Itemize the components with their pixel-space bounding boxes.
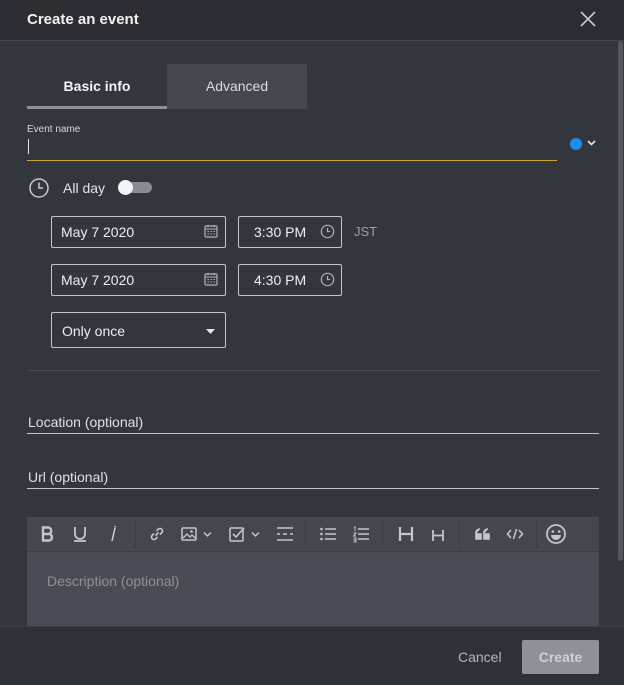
checklist-icon[interactable] — [228, 517, 262, 551]
event-name-input[interactable] — [27, 135, 557, 161]
location-placeholder: Location (optional) — [28, 414, 144, 430]
description-placeholder: Description (optional) — [47, 573, 180, 589]
end-time-field[interactable]: 4:30 PM — [238, 264, 342, 296]
clock-icon — [320, 272, 335, 292]
location-input[interactable]: Location (optional) — [27, 411, 599, 434]
text-caret — [28, 139, 29, 154]
calendar-icon — [204, 272, 218, 291]
cancel-button[interactable]: Cancel — [458, 649, 502, 665]
url-input[interactable]: Url (optional) — [27, 466, 599, 489]
scrollbar[interactable] — [618, 41, 623, 561]
underline-icon[interactable] — [72, 517, 88, 551]
color-swatch — [570, 138, 582, 150]
dialog-footer: Cancel Create — [0, 626, 624, 685]
quote-icon[interactable] — [474, 517, 492, 551]
code-icon[interactable] — [506, 517, 524, 551]
toolbar-divider — [305, 521, 306, 547]
clock-icon — [320, 224, 335, 244]
dialog-header: Create an event — [0, 0, 624, 41]
link-icon[interactable] — [148, 517, 166, 551]
dialog-title: Create an event — [27, 11, 139, 28]
timezone-label: JST — [354, 224, 378, 239]
start-date-value: May 7 2020 — [61, 224, 135, 240]
end-date-field[interactable]: May 7 2020 — [51, 264, 226, 296]
toolbar-divider — [536, 521, 537, 547]
all-day-label: All day — [63, 180, 106, 196]
all-day-toggle[interactable] — [118, 180, 152, 195]
chevron-down-icon — [587, 140, 596, 146]
toolbar-divider — [382, 521, 383, 547]
description-editor[interactable]: Description (optional) — [27, 517, 599, 632]
bullet-list-icon[interactable] — [319, 517, 337, 551]
section-divider — [27, 370, 599, 371]
color-picker[interactable] — [570, 137, 600, 151]
toolbar-divider — [459, 521, 460, 547]
start-date-field[interactable]: May 7 2020 — [51, 216, 226, 248]
create-event-dialog: Create an event Basic info Advanced Even… — [0, 0, 624, 685]
end-time-value: 4:30 PM — [254, 272, 307, 288]
clock-icon — [28, 177, 50, 204]
italic-icon[interactable] — [107, 517, 119, 551]
url-placeholder: Url (optional) — [28, 469, 109, 485]
editor-toolbar — [27, 517, 599, 552]
event-name-label: Event name — [27, 124, 81, 135]
caret-down-icon — [206, 329, 215, 334]
numbered-list-icon[interactable] — [352, 517, 370, 551]
heading-large-icon[interactable] — [397, 517, 415, 551]
repeat-value: Only once — [62, 323, 126, 339]
tab-basic-info[interactable]: Basic info — [27, 64, 167, 109]
toolbar-divider — [135, 521, 136, 547]
create-button[interactable]: Create — [522, 640, 599, 674]
close-icon[interactable] — [578, 9, 598, 29]
repeat-select[interactable]: Only once — [51, 312, 226, 348]
emoji-icon[interactable] — [545, 517, 567, 551]
toggle-knob — [118, 180, 133, 195]
divider-icon[interactable] — [275, 517, 295, 551]
heading-small-icon[interactable] — [431, 517, 445, 551]
start-time-field[interactable]: 3:30 PM — [238, 216, 342, 248]
end-date-value: May 7 2020 — [61, 272, 135, 288]
start-time-value: 3:30 PM — [254, 224, 307, 240]
calendar-icon — [204, 224, 218, 243]
tab-advanced[interactable]: Advanced — [167, 64, 307, 109]
bold-icon[interactable] — [39, 517, 57, 551]
image-icon[interactable] — [180, 517, 214, 551]
